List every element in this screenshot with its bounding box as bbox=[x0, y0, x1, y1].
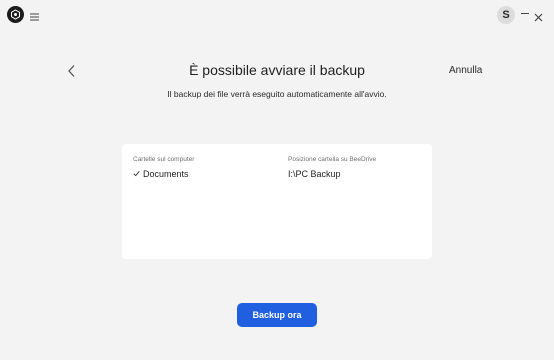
backup-summary-card: Cartelle sul computer Documents Posizion… bbox=[122, 144, 432, 259]
check-icon bbox=[133, 169, 140, 177]
page-subtitle: Il backup dei file verrà eseguito automa… bbox=[167, 89, 387, 99]
cancel-link[interactable]: Annulla bbox=[449, 65, 482, 76]
destination-label: Posizione cartella su BeeDrive bbox=[288, 156, 377, 163]
source-folders-label: Cartelle sul computer bbox=[133, 156, 195, 163]
user-avatar[interactable]: S bbox=[497, 6, 515, 24]
minimize-icon[interactable] bbox=[521, 13, 529, 15]
backup-now-button[interactable]: Backup ora bbox=[237, 303, 317, 327]
title-bar: S bbox=[0, 0, 554, 30]
source-folder-item: Documents bbox=[133, 169, 189, 179]
app-window: S È possibile avviare il backup Annulla … bbox=[0, 0, 554, 360]
app-logo-icon bbox=[7, 6, 24, 23]
hamburger-menu-icon[interactable] bbox=[30, 9, 40, 21]
source-folder-name: Documents bbox=[143, 169, 189, 179]
close-icon[interactable] bbox=[534, 9, 543, 22]
destination-path: I:\PC Backup bbox=[288, 169, 341, 179]
